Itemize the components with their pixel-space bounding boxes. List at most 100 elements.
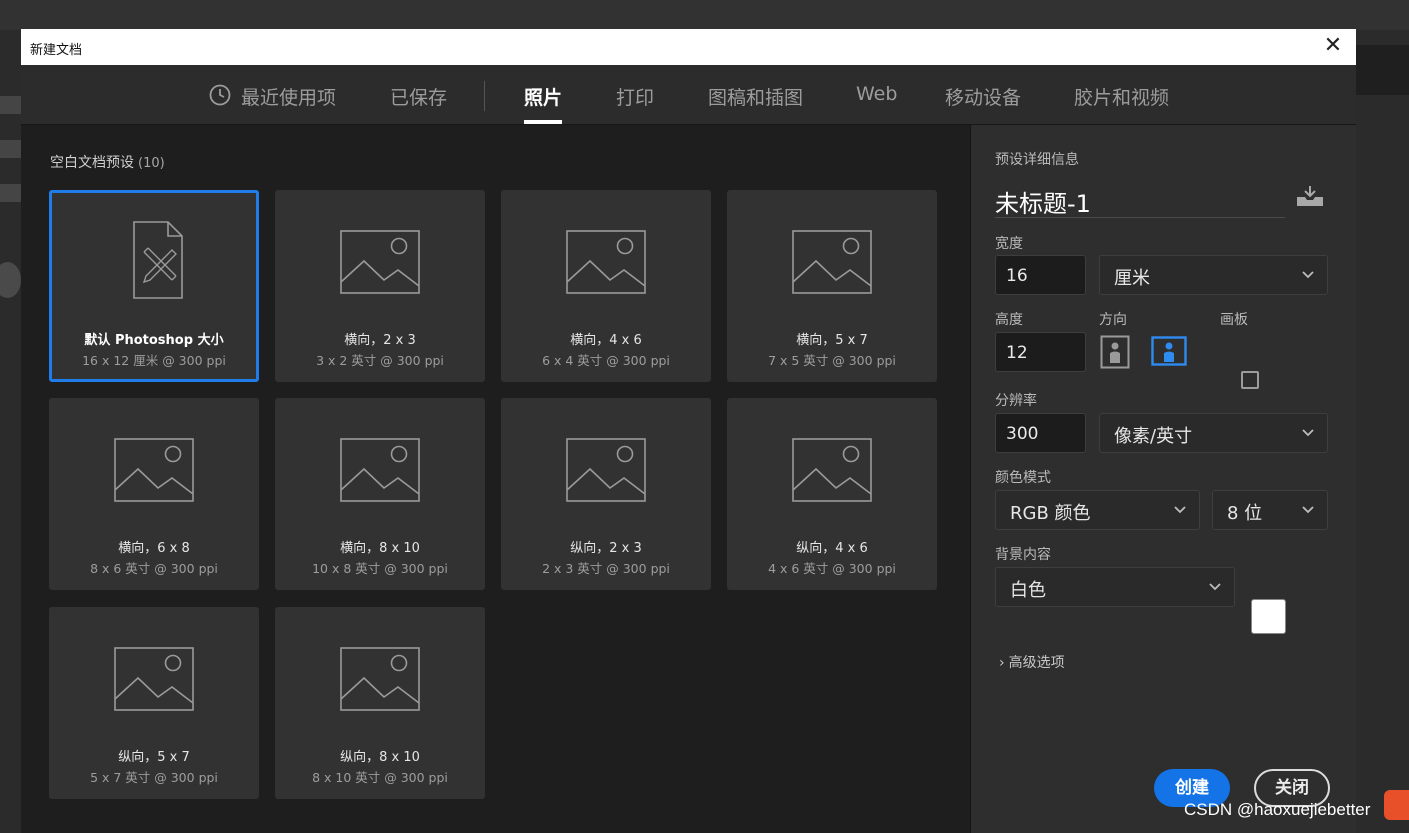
advanced-options-toggle[interactable]: › 高级选项 (999, 652, 1065, 672)
artboard-label: 画板 (1220, 312, 1248, 328)
preset-card-default[interactable]: 默认 Photoshop 大小 16 x 12 厘米 @ 300 ppi (49, 190, 259, 382)
close-icon[interactable]: ✕ (1321, 35, 1345, 59)
tab-photo[interactable]: 照片 (524, 83, 562, 110)
artboard-checkbox[interactable] (1241, 371, 1259, 389)
width-label: 宽度 (995, 236, 1023, 252)
preset-card-portrait-8x10[interactable]: 纵向，8 x 10 8 x 10 英寸 @ 300 ppi (275, 607, 485, 799)
preset-desc: 2 x 3 英寸 @ 300 ppi (542, 561, 670, 576)
color-mode-label: 颜色模式 (995, 470, 1051, 486)
preset-name: 横向，6 x 8 (118, 541, 190, 556)
app-panel-edge (0, 184, 21, 202)
resolution-unit-select[interactable]: 像素/英寸 (1099, 413, 1328, 453)
preset-desc: 7 x 5 英寸 @ 300 ppi (768, 353, 896, 368)
background-label: 背景内容 (995, 547, 1051, 563)
preset-name: 横向，8 x 10 (340, 541, 420, 556)
preset-card-landscape-8x10[interactable]: 横向，8 x 10 10 x 8 英寸 @ 300 ppi (275, 398, 485, 590)
image-icon (566, 230, 646, 294)
clock-icon (209, 84, 231, 106)
landscape-orientation-icon[interactable] (1151, 336, 1187, 366)
portrait-orientation-icon[interactable] (1100, 335, 1130, 369)
height-label: 高度 (995, 312, 1023, 328)
app-toolbar-background (1356, 45, 1409, 95)
resolution-input[interactable]: 300 (995, 413, 1086, 453)
width-input[interactable]: 16 (995, 255, 1086, 295)
preset-card-landscape-2x3[interactable]: 横向，2 x 3 3 x 2 英寸 @ 300 ppi (275, 190, 485, 382)
bit-depth-select[interactable]: 8 位 (1212, 490, 1328, 530)
width-unit-select[interactable]: 厘米 (1099, 255, 1328, 295)
dialog-title: 新建文档 (30, 43, 83, 58)
app-menubar-background (0, 0, 1409, 30)
background-color-swatch[interactable] (1251, 599, 1286, 634)
width-unit-value: 厘米 (1114, 268, 1150, 289)
preset-desc: 16 x 12 厘米 @ 300 ppi (82, 353, 226, 368)
document-name-input[interactable]: 未标题-1 (995, 184, 1285, 218)
preset-desc: 10 x 8 英寸 @ 300 ppi (312, 561, 448, 576)
chevron-down-icon (1174, 506, 1186, 514)
preset-name: 纵向，4 x 6 (796, 541, 868, 556)
preset-count: (10) (138, 156, 165, 171)
preset-heading-text: 空白文档预设 (50, 155, 134, 171)
image-icon (792, 230, 872, 294)
save-preset-icon[interactable] (1295, 185, 1325, 207)
image-icon (114, 438, 194, 502)
preset-card-portrait-4x6[interactable]: 纵向，4 x 6 4 x 6 英寸 @ 300 ppi (727, 398, 937, 590)
preset-desc: 6 x 4 英寸 @ 300 ppi (542, 353, 670, 368)
image-icon (566, 438, 646, 502)
preset-card-landscape-4x6[interactable]: 横向，4 x 6 6 x 4 英寸 @ 300 ppi (501, 190, 711, 382)
image-icon (340, 647, 420, 711)
preset-panel: 空白文档预设 (10) 默认 Photoshop 大小 16 x 12 厘米 @ … (21, 125, 970, 833)
preset-name: 纵向，2 x 3 (570, 541, 642, 556)
resolution-label: 分辨率 (995, 393, 1037, 409)
csdn-logo (1384, 790, 1409, 820)
tab-print[interactable]: 打印 (616, 83, 654, 110)
background-value: 白色 (1010, 580, 1046, 601)
background-select[interactable]: 白色 (995, 567, 1235, 607)
preset-desc: 4 x 6 英寸 @ 300 ppi (768, 561, 896, 576)
chevron-right-icon: › (999, 655, 1005, 671)
preset-details-panel: 预设详细信息 未标题-1 宽度 16 厘米 高度 12 方向 画板 分辨率 30… (970, 125, 1356, 833)
app-panel-edge (0, 140, 21, 158)
watermark: CSDN @haoxuejiebetter (1184, 800, 1371, 819)
preset-name: 横向，5 x 7 (796, 333, 868, 348)
preset-card-portrait-5x7[interactable]: 纵向，5 x 7 5 x 7 英寸 @ 300 ppi (49, 607, 259, 799)
tab-web[interactable]: Web (856, 83, 897, 105)
app-panel-edge (0, 96, 21, 114)
tab-mobile[interactable]: 移动设备 (945, 83, 1021, 110)
color-mode-select[interactable]: RGB 颜色 (995, 490, 1200, 530)
tab-saved[interactable]: 已保存 (390, 83, 447, 110)
category-tabs: 最近使用项 已保存 照片 打印 图稿和插图 Web 移动设备 胶片和视频 (21, 65, 1356, 125)
chevron-down-icon (1302, 429, 1314, 437)
chevron-down-icon (1302, 271, 1314, 279)
preset-card-landscape-5x7[interactable]: 横向，5 x 7 7 x 5 英寸 @ 300 ppi (727, 190, 937, 382)
preset-card-landscape-6x8[interactable]: 横向，6 x 8 8 x 6 英寸 @ 300 ppi (49, 398, 259, 590)
image-icon (340, 230, 420, 294)
image-icon (340, 438, 420, 502)
advanced-options-label: 高级选项 (1008, 655, 1065, 671)
tab-art-illustration[interactable]: 图稿和插图 (708, 83, 803, 110)
tab-film-video[interactable]: 胶片和视频 (1074, 83, 1169, 110)
preset-desc: 5 x 7 英寸 @ 300 ppi (90, 770, 218, 785)
chevron-down-icon (1302, 506, 1314, 514)
preset-name: 默认 Photoshop 大小 (84, 333, 224, 348)
chevron-down-icon (1209, 583, 1221, 591)
preset-card-portrait-2x3[interactable]: 纵向，2 x 3 2 x 3 英寸 @ 300 ppi (501, 398, 711, 590)
preset-heading: 空白文档预设 (10) (50, 152, 165, 172)
document-icon (133, 221, 183, 299)
app-avatar (0, 262, 21, 298)
height-input[interactable]: 12 (995, 332, 1086, 372)
preset-name: 横向，4 x 6 (570, 333, 642, 348)
preset-desc: 8 x 10 英寸 @ 300 ppi (312, 770, 448, 785)
orientation-label: 方向 (1099, 312, 1127, 328)
resolution-unit-value: 像素/英寸 (1114, 426, 1193, 447)
image-icon (114, 647, 194, 711)
color-mode-value: RGB 颜色 (1010, 503, 1091, 524)
preset-name: 横向，2 x 3 (344, 333, 416, 348)
new-document-dialog: 新建文档 ✕ 最近使用项 已保存 照片 打印 图稿和插图 Web 移动设备 胶片… (21, 29, 1356, 833)
preset-name: 纵向，5 x 7 (118, 750, 190, 765)
image-icon (792, 438, 872, 502)
details-heading: 预设详细信息 (995, 152, 1079, 168)
tab-recent[interactable]: 最近使用项 (241, 83, 336, 110)
preset-name: 纵向，8 x 10 (340, 750, 420, 765)
preset-desc: 8 x 6 英寸 @ 300 ppi (90, 561, 218, 576)
tab-divider (484, 81, 485, 111)
